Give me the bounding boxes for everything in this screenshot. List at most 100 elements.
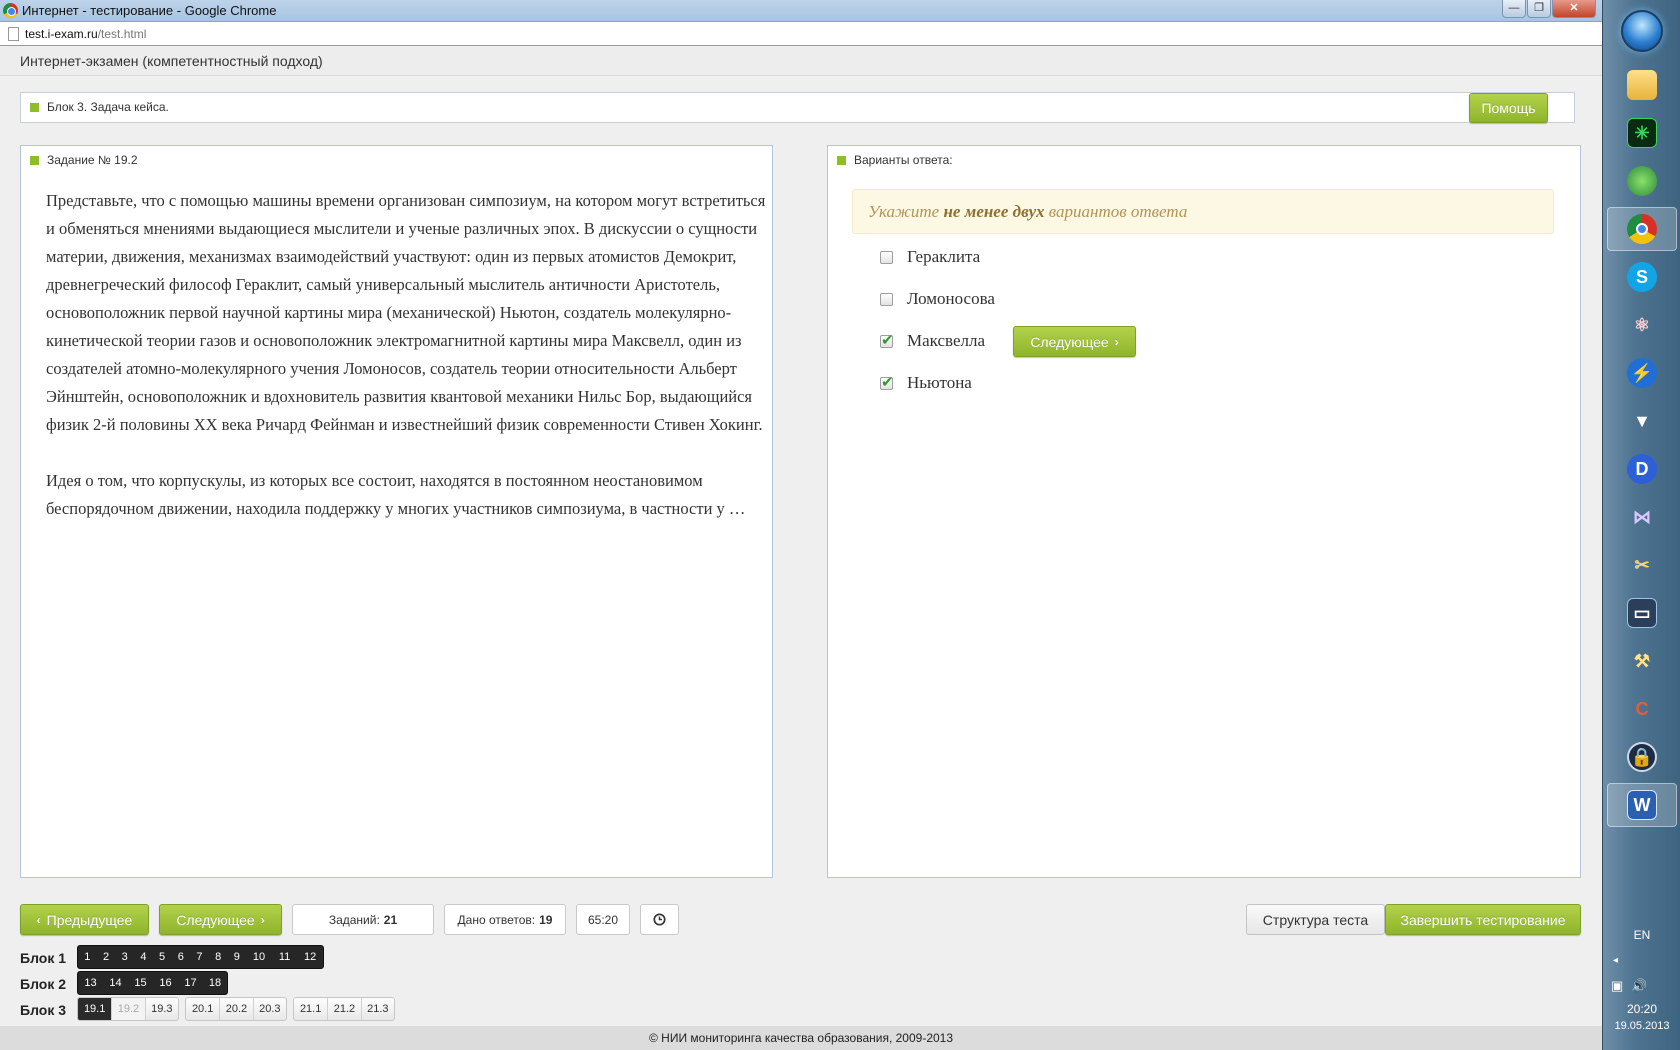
taskbar-ccleaner[interactable]: C xyxy=(1607,687,1677,731)
network-tray-icon[interactable]: ▣ xyxy=(1611,978,1623,994)
task-paragraph-2: Идея о том, что корпускулы, из которых в… xyxy=(46,471,746,518)
taskbar-tools[interactable]: ✂ xyxy=(1607,543,1677,587)
app-header: Интернет-экзамен (компетентностный подхо… xyxy=(0,46,1602,76)
taskbar-skype[interactable]: S xyxy=(1607,255,1677,299)
clock-time[interactable]: 20:20 xyxy=(1603,1002,1680,1016)
option-checkbox[interactable] xyxy=(880,250,893,264)
answer-next-button[interactable]: Следующее › xyxy=(1013,326,1136,357)
task-link[interactable]: 10 xyxy=(246,946,272,968)
taskbar-atom[interactable]: ⚛ xyxy=(1607,303,1677,347)
task-link[interactable]: 18 xyxy=(203,972,227,994)
structure-button[interactable]: Структура теста xyxy=(1246,904,1385,935)
answers-counter-label: Дано ответов: xyxy=(457,912,536,927)
footer: © НИИ мониторинга качества образования, … xyxy=(0,1026,1602,1050)
hint-bold: не менее двух xyxy=(943,202,1045,221)
clock-icon xyxy=(653,913,666,926)
task-link[interactable]: 4 xyxy=(134,946,153,968)
block-2-label: Блок 2 xyxy=(20,976,67,992)
task-link[interactable]: 21.3 xyxy=(360,998,394,1020)
task-link[interactable]: 5 xyxy=(153,946,172,968)
windows-start-icon[interactable] xyxy=(1621,10,1663,52)
close-button[interactable]: ✕ xyxy=(1552,0,1596,18)
url-text[interactable]: test.i-exam.ru/test.html xyxy=(25,27,146,41)
taskbar-word[interactable]: W xyxy=(1607,783,1677,827)
volume-icon[interactable]: 🔊 xyxy=(1631,978,1647,994)
task-link[interactable]: 8 xyxy=(209,946,228,968)
task-link[interactable]: 16 xyxy=(153,972,178,994)
task-link[interactable]: 3 xyxy=(115,946,134,968)
option-checkbox[interactable] xyxy=(880,292,893,306)
task-link[interactable]: 20.1 xyxy=(186,998,219,1020)
globe-icon xyxy=(1627,166,1657,196)
taskbar-network[interactable] xyxy=(1607,159,1677,203)
task-link[interactable]: 21.2 xyxy=(327,998,360,1020)
tray-expand-icon[interactable]: ◂ xyxy=(1613,955,1618,966)
task-link[interactable]: 12 xyxy=(297,946,323,968)
task-link[interactable]: 19.2 xyxy=(111,998,145,1020)
taskbar-uninstaller[interactable]: ⚒ xyxy=(1607,639,1677,683)
task-link[interactable]: 13 xyxy=(78,972,103,994)
tasks-counter: Заданий: 21 xyxy=(292,904,434,935)
task-link[interactable]: 19.3 xyxy=(144,998,178,1020)
task-link[interactable]: 15 xyxy=(128,972,153,994)
answers-counter: Дано ответов: 19 xyxy=(444,904,566,935)
clock-date[interactable]: 19.05.2013 xyxy=(1603,1020,1680,1032)
hint-post: вариантов ответа xyxy=(1048,202,1188,221)
task-link[interactable]: 2 xyxy=(97,946,116,968)
minimize-button[interactable]: — xyxy=(1502,0,1526,18)
answers-counter-value: 19 xyxy=(539,912,553,927)
address-bar[interactable]: test.i-exam.ru/test.html xyxy=(0,22,1602,46)
block-3-label: Блок 3 xyxy=(20,1002,67,1018)
task-link[interactable]: 14 xyxy=(103,972,128,994)
prev-button[interactable]: ‹ Предыдущее xyxy=(20,904,149,935)
title-bar: Интернет - тестирование - Google Chrome … xyxy=(0,0,1602,22)
taskbar-chrome[interactable] xyxy=(1607,207,1677,251)
task-link[interactable]: 17 xyxy=(178,972,203,994)
option-checkbox[interactable] xyxy=(880,373,894,392)
answers-label-wrap: Варианты ответа: xyxy=(837,153,953,167)
next-label: Следующее xyxy=(176,911,255,928)
task-link[interactable]: 6 xyxy=(171,946,190,968)
timer-toggle-button[interactable] xyxy=(640,904,679,935)
task-link[interactable]: 20.2 xyxy=(219,998,252,1020)
task-link[interactable]: 11 xyxy=(272,946,298,968)
taskbar-explorer[interactable] xyxy=(1607,63,1677,107)
maximize-button[interactable]: ❐ xyxy=(1527,0,1551,18)
taskbar-flash[interactable]: ⚡ xyxy=(1607,351,1677,395)
finish-button[interactable]: Завершить тестирование xyxy=(1385,904,1581,935)
option-heraclitus[interactable]: Гераклита xyxy=(880,247,980,267)
option-lomonosov[interactable]: Ломоносова xyxy=(880,289,995,309)
option-maxwell[interactable]: Максвелла xyxy=(880,331,985,351)
option-checkbox[interactable] xyxy=(880,331,894,350)
task-link[interactable]: 19.1 xyxy=(78,998,112,1020)
taskbar-visual-studio[interactable]: ⋈ xyxy=(1607,495,1677,539)
taskbar-daemon[interactable]: D xyxy=(1607,447,1677,491)
block-1-label: Блок 1 xyxy=(20,950,67,966)
taskbar-app-green[interactable]: ✳ xyxy=(1607,111,1677,155)
task-link[interactable]: 21.1 xyxy=(294,998,327,1020)
help-button[interactable]: Помощь xyxy=(1469,93,1548,123)
task-link[interactable]: 1 xyxy=(78,946,97,968)
hint-pre: Укажите xyxy=(868,202,940,221)
taskbar-foobar[interactable]: ▼ xyxy=(1607,399,1677,443)
task-label-wrap: Задание № 19.2 xyxy=(30,153,138,167)
next-button[interactable]: Следующее › xyxy=(159,904,282,935)
visual-studio-icon: ⋈ xyxy=(1633,506,1651,527)
lightning-icon: ⚡ xyxy=(1627,358,1657,388)
lock-icon: 🔒 xyxy=(1627,742,1657,772)
skype-icon: S xyxy=(1627,262,1657,292)
option-newton[interactable]: Ньютона xyxy=(880,373,972,393)
block-3-group-19: 19.1 19.2 19.3 xyxy=(77,997,179,1021)
task-link[interactable]: 7 xyxy=(190,946,209,968)
block-3-group-21: 21.1 21.2 21.3 xyxy=(293,997,395,1021)
block-2-numbers: 13 14 15 16 17 18 xyxy=(77,971,228,995)
block-3-group-20: 20.1 20.2 20.3 xyxy=(185,997,287,1021)
taskbar-lock[interactable]: 🔒 xyxy=(1607,735,1677,779)
taskbar-monitor[interactable]: ▭ xyxy=(1607,591,1677,635)
block-label-wrap: Блок 3. Задача кейса. xyxy=(30,100,169,114)
window-title: Интернет - тестирование - Google Chrome xyxy=(22,3,277,18)
task-link[interactable]: 20.3 xyxy=(252,998,286,1020)
app-title: Интернет-экзамен (компетентностный подхо… xyxy=(20,53,323,69)
task-link[interactable]: 9 xyxy=(228,946,247,968)
language-indicator[interactable]: EN xyxy=(1603,928,1680,942)
